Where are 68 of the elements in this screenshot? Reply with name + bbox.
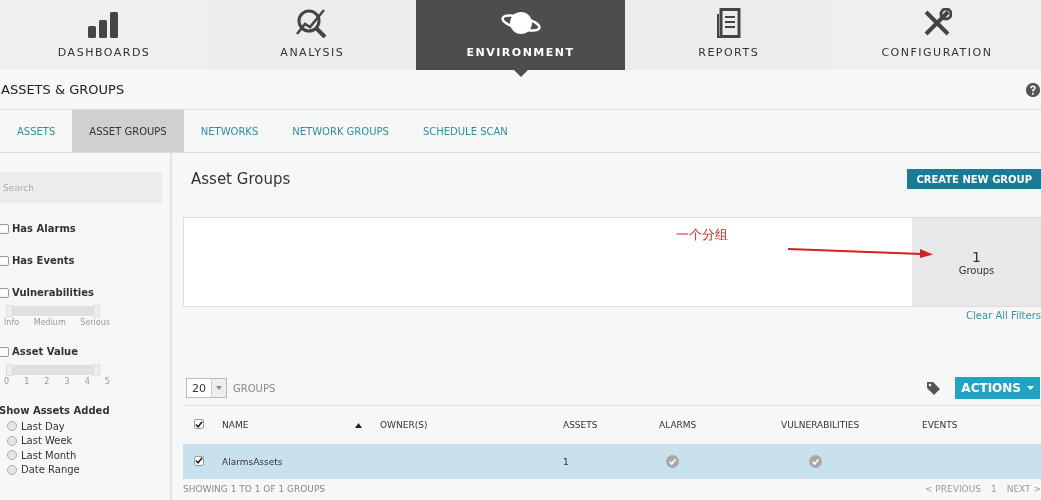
filter-label: Has Events bbox=[12, 255, 75, 266]
annotation-text: 一个分组 bbox=[676, 226, 728, 244]
checkbox[interactable] bbox=[0, 346, 9, 357]
nav-tab[interactable]: ANALYSIS bbox=[208, 0, 417, 70]
tab[interactable]: SCHEDULE SCAN bbox=[405, 110, 525, 152]
slider-tick-label: 2 bbox=[44, 377, 50, 386]
table-cell: 1 bbox=[563, 456, 569, 467]
tab[interactable]: ASSETS bbox=[0, 110, 73, 152]
document-icon bbox=[716, 8, 741, 38]
table-cell: AlarmsAssets bbox=[222, 456, 283, 467]
range-slider[interactable] bbox=[7, 365, 99, 375]
column-header[interactable]: OWNER(S) bbox=[380, 420, 428, 430]
clear-filters-link[interactable]: Clear All Filters bbox=[183, 310, 1041, 321]
section-title: Asset Groups bbox=[191, 170, 291, 188]
check-circle-icon bbox=[809, 455, 822, 468]
page-title: ASSETS & GROUPS bbox=[1, 82, 125, 97]
checkbox[interactable] bbox=[0, 255, 9, 266]
filter-label: Has Alarms bbox=[12, 223, 76, 234]
radio-label: Date Range bbox=[21, 464, 80, 476]
nav-tab[interactable]: DASHBOARDS bbox=[0, 0, 209, 70]
page-size-label: GROUPS bbox=[233, 382, 276, 394]
radio-label: Last Day bbox=[21, 420, 65, 432]
caret-icon bbox=[1027, 385, 1034, 391]
slider-tick-label: Medium bbox=[33, 318, 66, 327]
column-header[interactable]: VULNERABILITIES bbox=[781, 420, 860, 430]
radio-button[interactable] bbox=[7, 421, 17, 432]
group-count-label: Groups bbox=[958, 264, 995, 276]
results-summary: SHOWING 1 TO 1 OF 1 GROUPS bbox=[183, 484, 326, 494]
bar-chart-icon bbox=[88, 12, 121, 38]
column-header[interactable]: EVENTS bbox=[922, 420, 958, 430]
tab[interactable]: NETWORKS bbox=[183, 110, 276, 152]
create-group-button[interactable]: CREATE NEW GROUP bbox=[907, 169, 1041, 189]
slider-tick-label: 0 bbox=[4, 377, 10, 386]
slider-tick-label: 5 bbox=[104, 377, 110, 386]
checkbox[interactable] bbox=[0, 287, 9, 298]
nav-tab[interactable]: REPORTS bbox=[624, 0, 833, 70]
tab[interactable]: ASSET GROUPS bbox=[72, 110, 184, 152]
column-header[interactable]: ALARMS bbox=[659, 420, 697, 430]
radio-label: Last Month bbox=[21, 449, 77, 461]
group-count: 1 bbox=[972, 248, 981, 265]
section-label: Show Assets Added bbox=[0, 405, 111, 416]
checkbox[interactable] bbox=[0, 223, 9, 234]
tag-icon[interactable] bbox=[926, 380, 942, 396]
slider-tick-label: Serious bbox=[80, 318, 110, 327]
search-field[interactable]: Search bbox=[0, 172, 162, 203]
table-row[interactable]: AlarmsAssets 1 bbox=[183, 444, 1041, 479]
slider-tick-label: 4 bbox=[84, 377, 90, 386]
radio-button[interactable] bbox=[7, 464, 17, 475]
radio-label: Last Week bbox=[21, 435, 73, 447]
slider-tick-label: Info bbox=[4, 318, 20, 327]
nav-tab[interactable]: CONFIGURATION bbox=[832, 0, 1041, 70]
check-circle-icon bbox=[666, 455, 679, 468]
column-header[interactable]: NAME bbox=[222, 420, 249, 430]
checkbox[interactable] bbox=[194, 419, 204, 430]
sort-ascending-icon[interactable] bbox=[355, 423, 362, 428]
filter-label: Asset Value bbox=[12, 346, 78, 357]
tab[interactable]: NETWORK GROUPS bbox=[275, 110, 406, 152]
slider-tick-label: 1 bbox=[24, 377, 30, 386]
filter-label: Vulnerabilities bbox=[12, 287, 94, 298]
help-icon[interactable] bbox=[1026, 82, 1040, 97]
page-size-dropdown[interactable]: 20 bbox=[186, 378, 227, 398]
checkbox[interactable] bbox=[194, 455, 204, 466]
slider-tick-label: 3 bbox=[64, 377, 70, 386]
column-header[interactable]: ASSETS bbox=[563, 420, 598, 430]
radio-button[interactable] bbox=[7, 435, 17, 446]
range-slider[interactable] bbox=[7, 306, 99, 316]
dropdown-caret-icon[interactable] bbox=[211, 379, 226, 397]
radio-button[interactable] bbox=[7, 450, 17, 461]
